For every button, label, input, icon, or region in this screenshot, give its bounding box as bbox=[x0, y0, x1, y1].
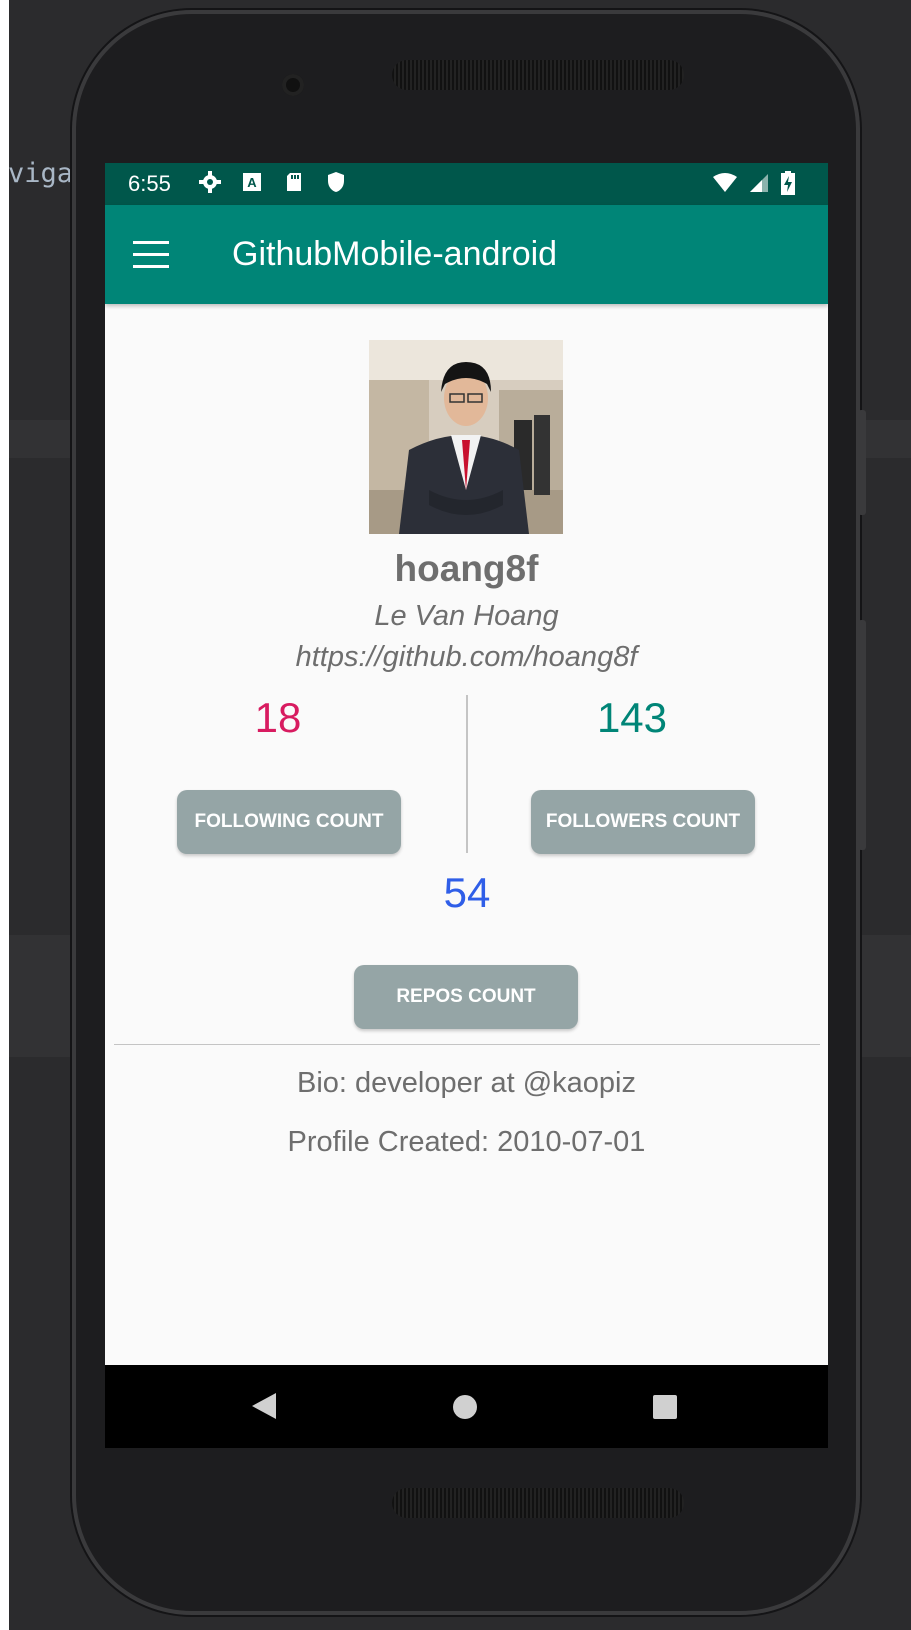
window-edge bbox=[0, 0, 9, 1630]
following-count-button[interactable]: FOLLOWING COUNT bbox=[177, 790, 401, 854]
app-bar: GithubMobile-android bbox=[105, 205, 828, 304]
hamburger-menu-icon[interactable] bbox=[133, 241, 169, 269]
svg-text:A: A bbox=[247, 175, 257, 190]
section-divider bbox=[114, 1044, 820, 1045]
power-button bbox=[858, 620, 866, 850]
system-nav-bar bbox=[105, 1365, 828, 1448]
accessibility-a-icon: A bbox=[240, 170, 264, 194]
followers-count-button[interactable]: FOLLOWERS COUNT bbox=[531, 790, 755, 854]
home-icon[interactable] bbox=[452, 1394, 478, 1425]
stats-divider bbox=[466, 695, 468, 853]
app-title: GithubMobile-android bbox=[232, 235, 558, 273]
battery-charging-icon bbox=[780, 171, 804, 195]
settings-icon bbox=[198, 170, 222, 194]
device-screen: 6:55 A GithubMobile-android hoang8f Le V… bbox=[105, 163, 828, 1448]
editor-code-fragment: viga bbox=[8, 158, 74, 189]
repos-count-button[interactable]: REPOS COUNT bbox=[354, 965, 578, 1029]
profile-bio: Bio: developer at @kaopiz bbox=[297, 1067, 636, 1099]
status-time: 6:55 bbox=[128, 171, 171, 196]
sd-card-icon bbox=[282, 170, 306, 194]
bottom-speaker bbox=[392, 1488, 684, 1518]
repos-count-value: 54 bbox=[443, 869, 491, 916]
profile-url[interactable]: https://github.com/hoang8f bbox=[105, 641, 828, 674]
shield-icon bbox=[324, 170, 348, 194]
profile-created-date: Profile Created: 2010-07-01 bbox=[287, 1126, 646, 1158]
back-icon[interactable] bbox=[250, 1391, 278, 1426]
profile-username: hoang8f bbox=[394, 548, 539, 589]
profile-full-name: Le Van Hoang bbox=[374, 600, 559, 632]
followers-count-value: 143 bbox=[596, 694, 668, 741]
front-camera bbox=[282, 74, 304, 96]
volume-button bbox=[858, 410, 866, 515]
top-speaker bbox=[392, 60, 684, 90]
signal-icon bbox=[746, 171, 770, 195]
following-count-value: 18 bbox=[254, 694, 302, 741]
wifi-icon bbox=[712, 171, 737, 195]
recents-icon[interactable] bbox=[652, 1394, 678, 1425]
avatar bbox=[369, 340, 563, 534]
status-bar: 6:55 A bbox=[105, 163, 828, 205]
